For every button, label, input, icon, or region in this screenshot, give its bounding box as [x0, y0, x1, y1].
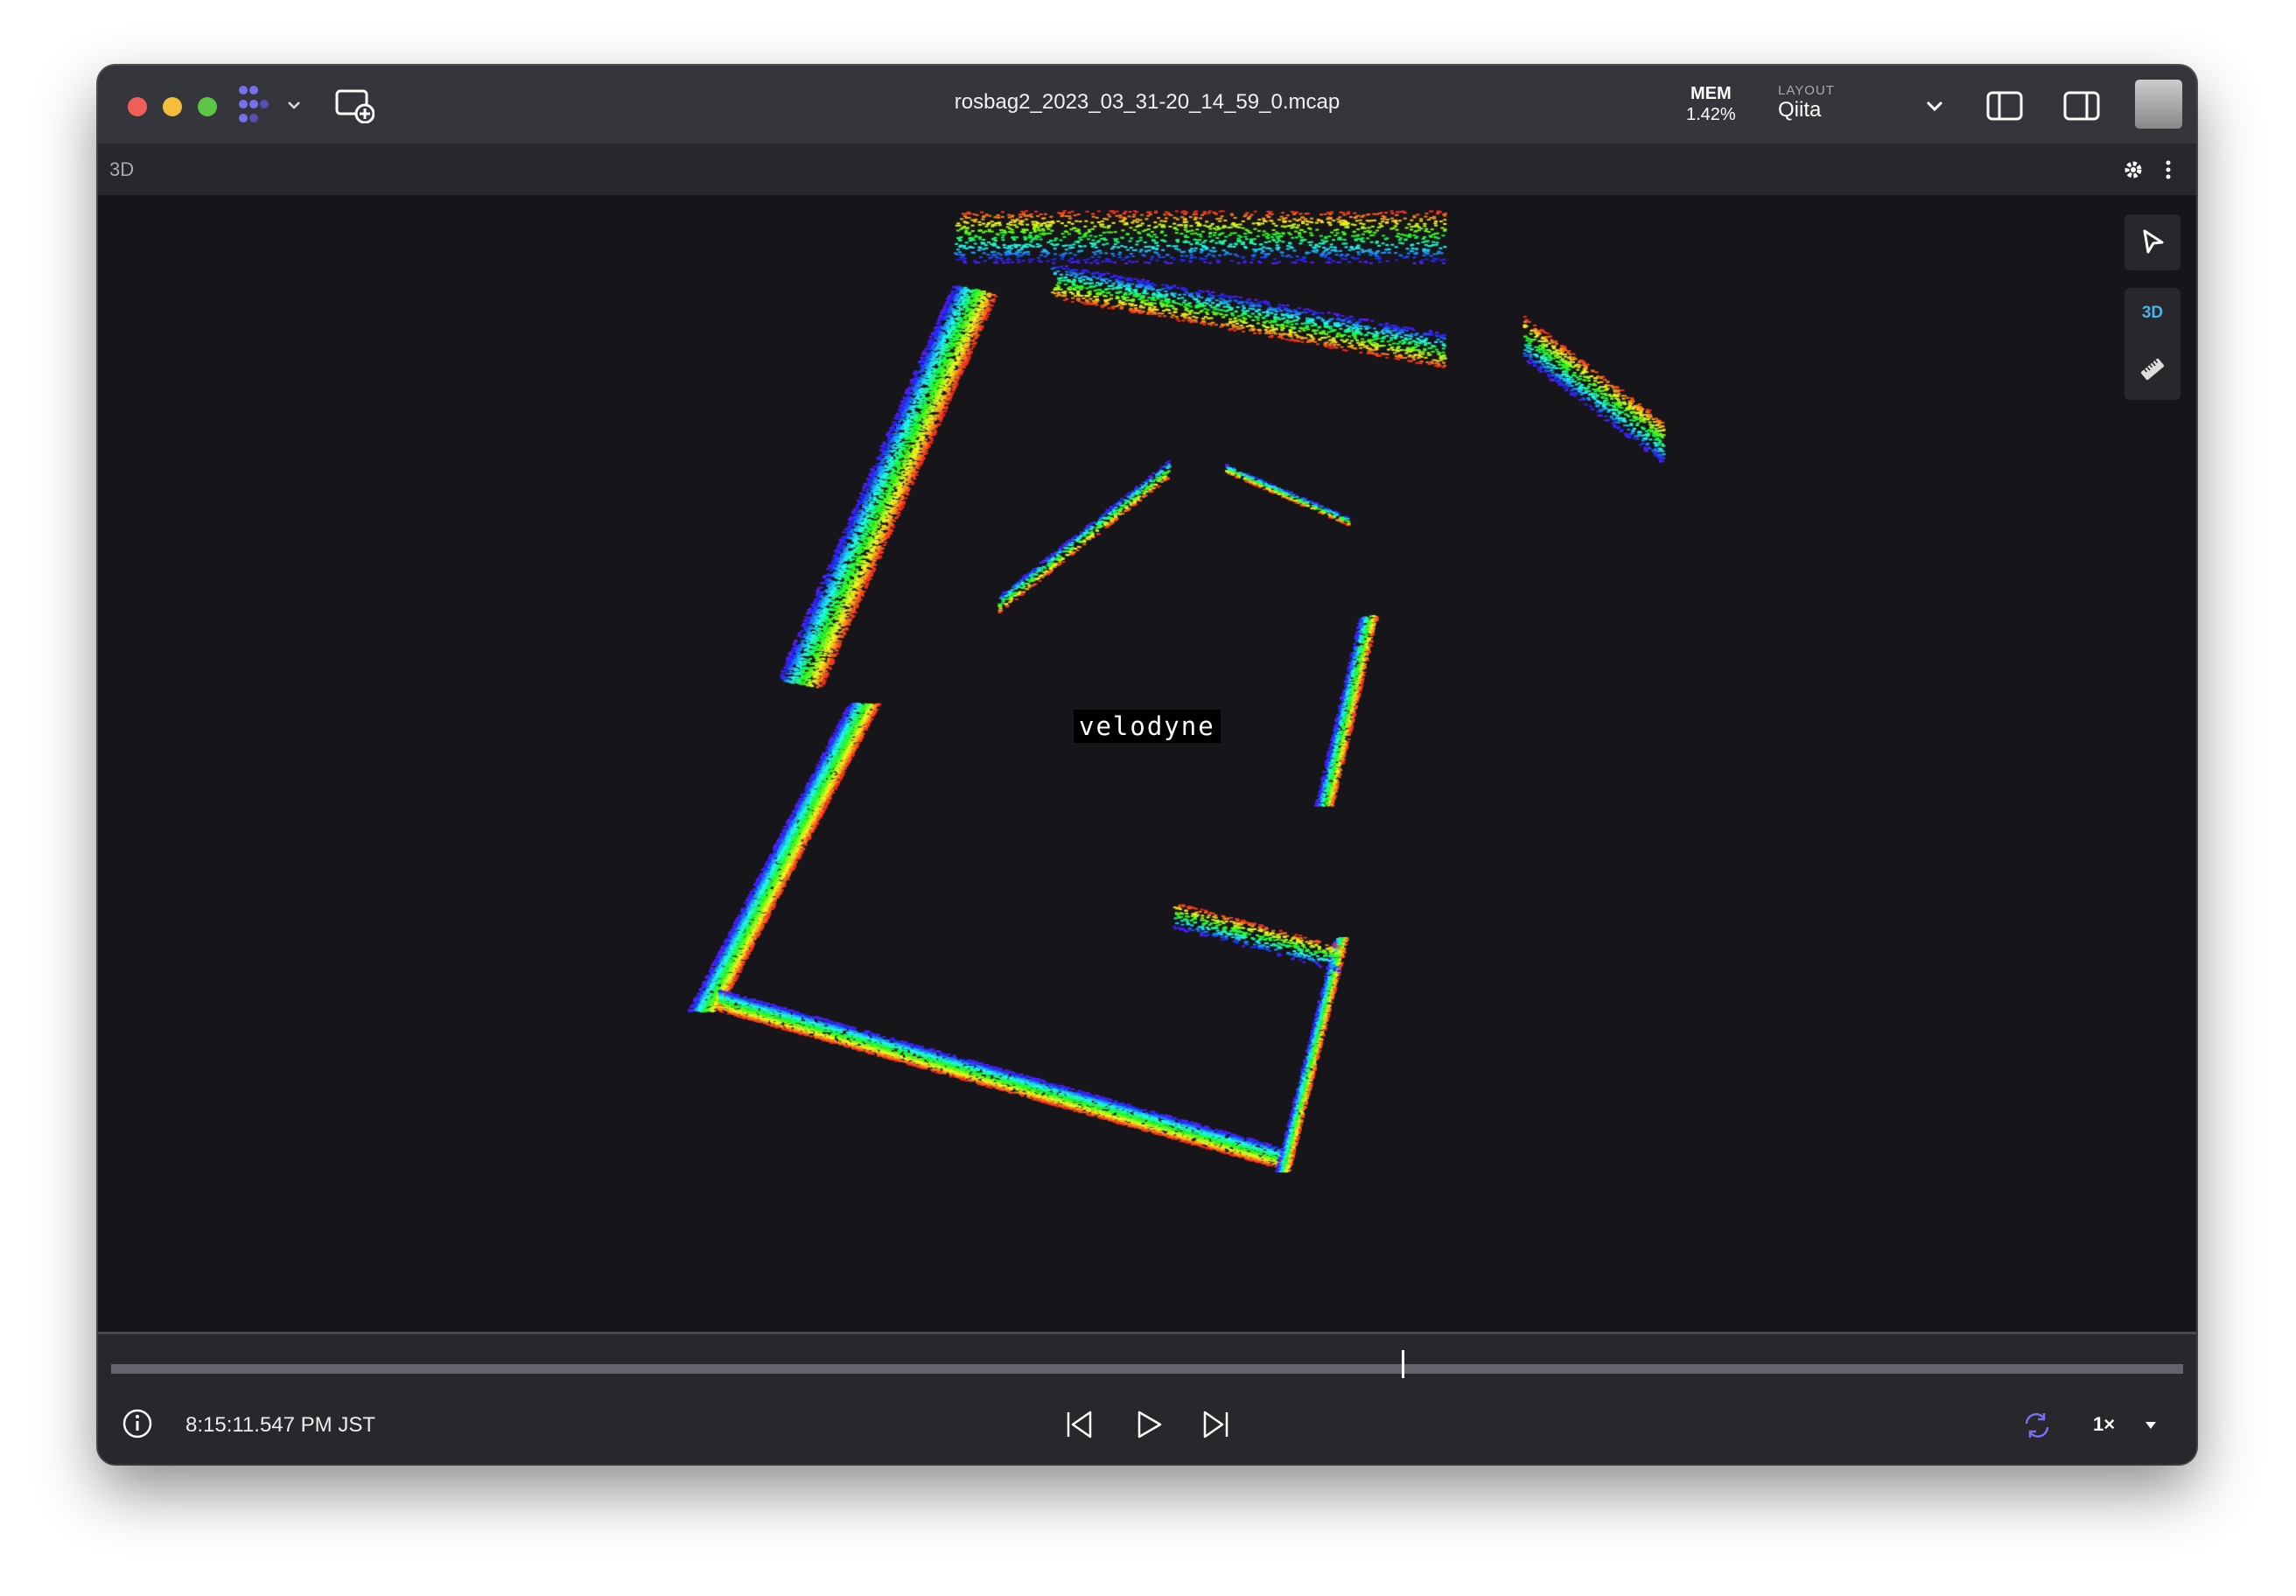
- loop-icon[interactable]: [2021, 1410, 2053, 1441]
- chevron-down-icon[interactable]: [1925, 99, 1944, 113]
- panel-title: 3D: [109, 158, 134, 181]
- playback-bar: 8:15:11.547 PM JST 1×: [98, 1332, 2196, 1464]
- ruler-measure-icon[interactable]: [2139, 356, 2166, 382]
- layout-label: LAYOUT: [1778, 83, 1835, 98]
- settings-gear-icon[interactable]: [2123, 159, 2144, 180]
- play-icon[interactable]: [1134, 1410, 1164, 1439]
- layout-selector[interactable]: LAYOUTQiita: [1778, 83, 1835, 122]
- panel-header: 3D: [98, 144, 2196, 195]
- app-window: rosbag2_2023_03_31-20_14_59_0.mcap MEM1.…: [98, 66, 2196, 1464]
- current-time: 8:15:11.547 PM JST: [186, 1413, 375, 1438]
- toggle-left-sidebar-icon[interactable]: [1986, 90, 2025, 122]
- seek-forward-icon[interactable]: [1200, 1410, 1230, 1439]
- title-bar: rosbag2_2023_03_31-20_14_59_0.mcap MEM1.…: [98, 66, 2196, 144]
- frame-label-velodyne: velodyne: [1074, 710, 1221, 743]
- point-cloud: [98, 195, 2196, 1333]
- file-title: rosbag2_2023_03_31-20_14_59_0.mcap: [98, 90, 2196, 115]
- more-options-icon[interactable]: [2165, 159, 2172, 180]
- cursor-icon: [2140, 228, 2166, 256]
- seek-backward-icon[interactable]: [1065, 1410, 1095, 1439]
- playhead[interactable]: [1402, 1350, 1404, 1378]
- playback-speed[interactable]: 1×: [2093, 1413, 2115, 1436]
- layout-value: Qiita: [1778, 98, 1835, 122]
- timeline-scrubber[interactable]: [111, 1364, 2183, 1374]
- info-icon[interactable]: [122, 1408, 153, 1439]
- mem-label: MEM: [1686, 83, 1736, 104]
- view-toolbar: 3D: [2124, 288, 2180, 400]
- toggle-right-sidebar-icon[interactable]: [2063, 90, 2102, 122]
- speed-dropdown-icon[interactable]: [2144, 1420, 2158, 1431]
- user-avatar[interactable]: [2135, 80, 2182, 129]
- 3d-viewport[interactable]: velodyne 3D: [98, 195, 2196, 1398]
- mem-value: 1.42%: [1686, 105, 1736, 124]
- toggle-3d-button[interactable]: 3D: [2124, 304, 2180, 323]
- interact-tool-button[interactable]: [2124, 214, 2180, 270]
- memory-indicator: MEM1.42%: [1686, 83, 1736, 125]
